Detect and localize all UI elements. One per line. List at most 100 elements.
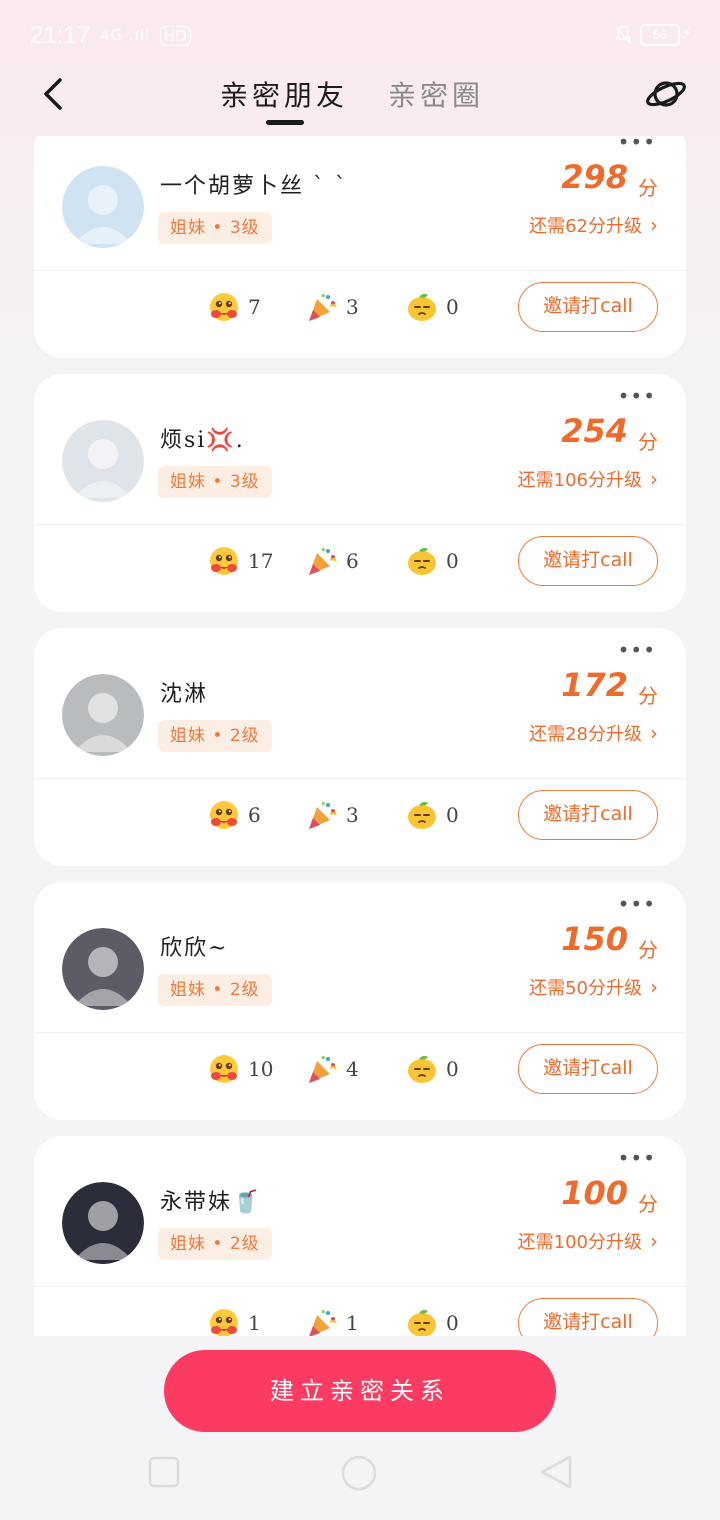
chevron-right-icon: › — [650, 467, 658, 491]
chevron-right-icon: › — [650, 1229, 658, 1253]
charging-icon: ⚡ — [682, 26, 692, 42]
party-stat[interactable]: 3 — [306, 290, 359, 324]
intimacy-score: 172 — [561, 666, 628, 704]
lemon-face-icon — [408, 547, 436, 575]
active-tab-indicator — [266, 120, 304, 125]
friend-list[interactable]: ••• 一个胡萝卜丝 ` ` 姐妹 • 3级 298 分 还需62分升级 › 7 — [0, 136, 720, 1336]
lemon-face-icon — [408, 293, 436, 321]
hug-stat[interactable]: 1 — [208, 1306, 261, 1336]
lemon-count: 0 — [446, 549, 459, 573]
upgrade-link[interactable]: 还需100分升级 › — [518, 1228, 658, 1254]
lemon-face-icon — [408, 801, 436, 829]
hug-emoji-icon — [210, 801, 238, 829]
upgrade-link[interactable]: 还需106分升级 › — [518, 466, 658, 492]
score-unit: 分 — [638, 1192, 658, 1216]
invite-call-button[interactable]: 邀请打call — [518, 1044, 658, 1094]
more-options-icon[interactable]: ••• — [618, 136, 656, 154]
battery-icon: 56 — [640, 24, 680, 46]
lemon-stat[interactable]: 0 — [406, 1306, 459, 1336]
upgrade-text: 还需28分升级 — [529, 724, 642, 745]
intimacy-score: 298 — [561, 158, 628, 196]
upgrade-link[interactable]: 还需28分升级 › — [529, 720, 658, 746]
friend-card[interactable]: ••• 沈淋 姐妹 • 2级 172 分 还需28分升级 › 6 3 0 邀请打… — [34, 628, 686, 866]
avatar[interactable] — [62, 166, 144, 248]
intimacy-score: 254 — [561, 412, 628, 450]
relation-level-badge: 姐妹 • 3级 — [158, 212, 272, 244]
upgrade-link[interactable]: 还需62分升级 › — [529, 212, 658, 238]
party-stat[interactable]: 1 — [306, 1306, 359, 1336]
friend-card[interactable]: ••• 永带妹🥤 姐妹 • 2级 100 分 还需100分升级 › 1 1 0 … — [34, 1136, 686, 1336]
system-navigation-bar — [0, 1440, 720, 1520]
chevron-right-icon: › — [650, 975, 658, 999]
score-unit: 分 — [638, 176, 658, 200]
intimacy-score: 100 — [561, 1174, 628, 1212]
hd-icon: HD — [160, 26, 191, 46]
more-options-icon[interactable]: ••• — [618, 384, 656, 408]
avatar[interactable] — [62, 928, 144, 1010]
planet-icon[interactable] — [644, 72, 688, 116]
score-unit: 分 — [638, 938, 658, 962]
divider — [34, 1286, 686, 1287]
hug-stat[interactable]: 7 — [208, 290, 261, 324]
invite-call-button[interactable]: 邀请打call — [518, 1298, 658, 1336]
hug-count: 17 — [248, 549, 274, 573]
party-stat[interactable]: 4 — [306, 1052, 359, 1086]
back-triangle-icon[interactable] — [538, 1454, 574, 1490]
upgrade-link[interactable]: 还需50分升级 › — [529, 974, 658, 1000]
hug-count: 1 — [248, 1311, 261, 1335]
home-icon[interactable] — [340, 1454, 378, 1492]
hug-count: 7 — [248, 295, 261, 319]
upgrade-text: 还需62分升级 — [529, 216, 642, 237]
lemon-stat[interactable]: 0 — [406, 544, 459, 578]
avatar[interactable] — [62, 420, 144, 502]
lemon-face-icon — [408, 1309, 436, 1336]
divider — [34, 270, 686, 271]
recent-apps-icon[interactable] — [148, 1456, 180, 1488]
lemon-stat[interactable]: 0 — [406, 290, 459, 324]
party-stat[interactable]: 6 — [306, 544, 359, 578]
party-count: 6 — [346, 549, 359, 573]
divider — [34, 778, 686, 779]
friend-card[interactable]: ••• 一个胡萝卜丝 ` ` 姐妹 • 3级 298 分 还需62分升级 › 7 — [34, 136, 686, 358]
hug-stat[interactable]: 10 — [208, 1052, 273, 1086]
relation-level-badge: 姐妹 • 2级 — [158, 1228, 272, 1260]
top-nav: 亲密朋友 亲密圈 — [0, 60, 720, 136]
hug-count: 10 — [248, 1057, 274, 1081]
hug-stat[interactable]: 6 — [208, 798, 261, 832]
party-popper-icon — [309, 293, 337, 321]
friend-name: 一个胡萝卜丝 ` ` — [160, 174, 348, 199]
tab-close-friends[interactable]: 亲密朋友 — [220, 74, 348, 114]
avatar[interactable] — [62, 1182, 144, 1264]
score-unit: 分 — [638, 430, 658, 454]
hug-stat[interactable]: 17 — [208, 544, 273, 578]
lemon-stat[interactable]: 0 — [406, 798, 459, 832]
party-popper-icon — [309, 1309, 337, 1336]
lemon-count: 0 — [446, 1311, 459, 1335]
score-unit: 分 — [638, 684, 658, 708]
signal-icon: 4G .ıll — [100, 26, 151, 44]
avatar[interactable] — [62, 674, 144, 756]
more-options-icon[interactable]: ••• — [618, 1146, 656, 1170]
invite-call-button[interactable]: 邀请打call — [518, 536, 658, 586]
friend-card[interactable]: ••• 欣欣~ 姐妹 • 2级 150 分 还需50分升级 › 10 4 0 邀… — [34, 882, 686, 1120]
invite-call-button[interactable]: 邀请打call — [518, 282, 658, 332]
friend-card[interactable]: ••• 烦si💢. 姐妹 • 3级 254 分 还需106分升级 › 17 6 … — [34, 374, 686, 612]
upgrade-text: 还需106分升级 — [517, 470, 642, 491]
lemon-stat[interactable]: 0 — [406, 1052, 459, 1086]
build-relationship-button[interactable]: 建立亲密关系 — [164, 1350, 556, 1432]
relation-level-badge: 姐妹 • 2级 — [158, 720, 272, 752]
status-time: 21:17 — [30, 22, 91, 49]
friend-name: 烦si💢. — [160, 428, 245, 453]
upgrade-text: 还需50分升级 — [529, 978, 642, 999]
invite-call-button[interactable]: 邀请打call — [518, 790, 658, 840]
more-options-icon[interactable]: ••• — [618, 638, 656, 662]
lemon-count: 0 — [446, 803, 459, 827]
tab-close-circle[interactable]: 亲密圈 — [388, 74, 484, 114]
more-options-icon[interactable]: ••• — [618, 892, 656, 916]
party-count: 1 — [346, 1311, 359, 1335]
back-arrow-icon[interactable] — [34, 74, 74, 114]
party-count: 3 — [346, 295, 359, 319]
relation-level-badge: 姐妹 • 3级 — [158, 466, 272, 498]
divider — [34, 524, 686, 525]
party-stat[interactable]: 3 — [306, 798, 359, 832]
